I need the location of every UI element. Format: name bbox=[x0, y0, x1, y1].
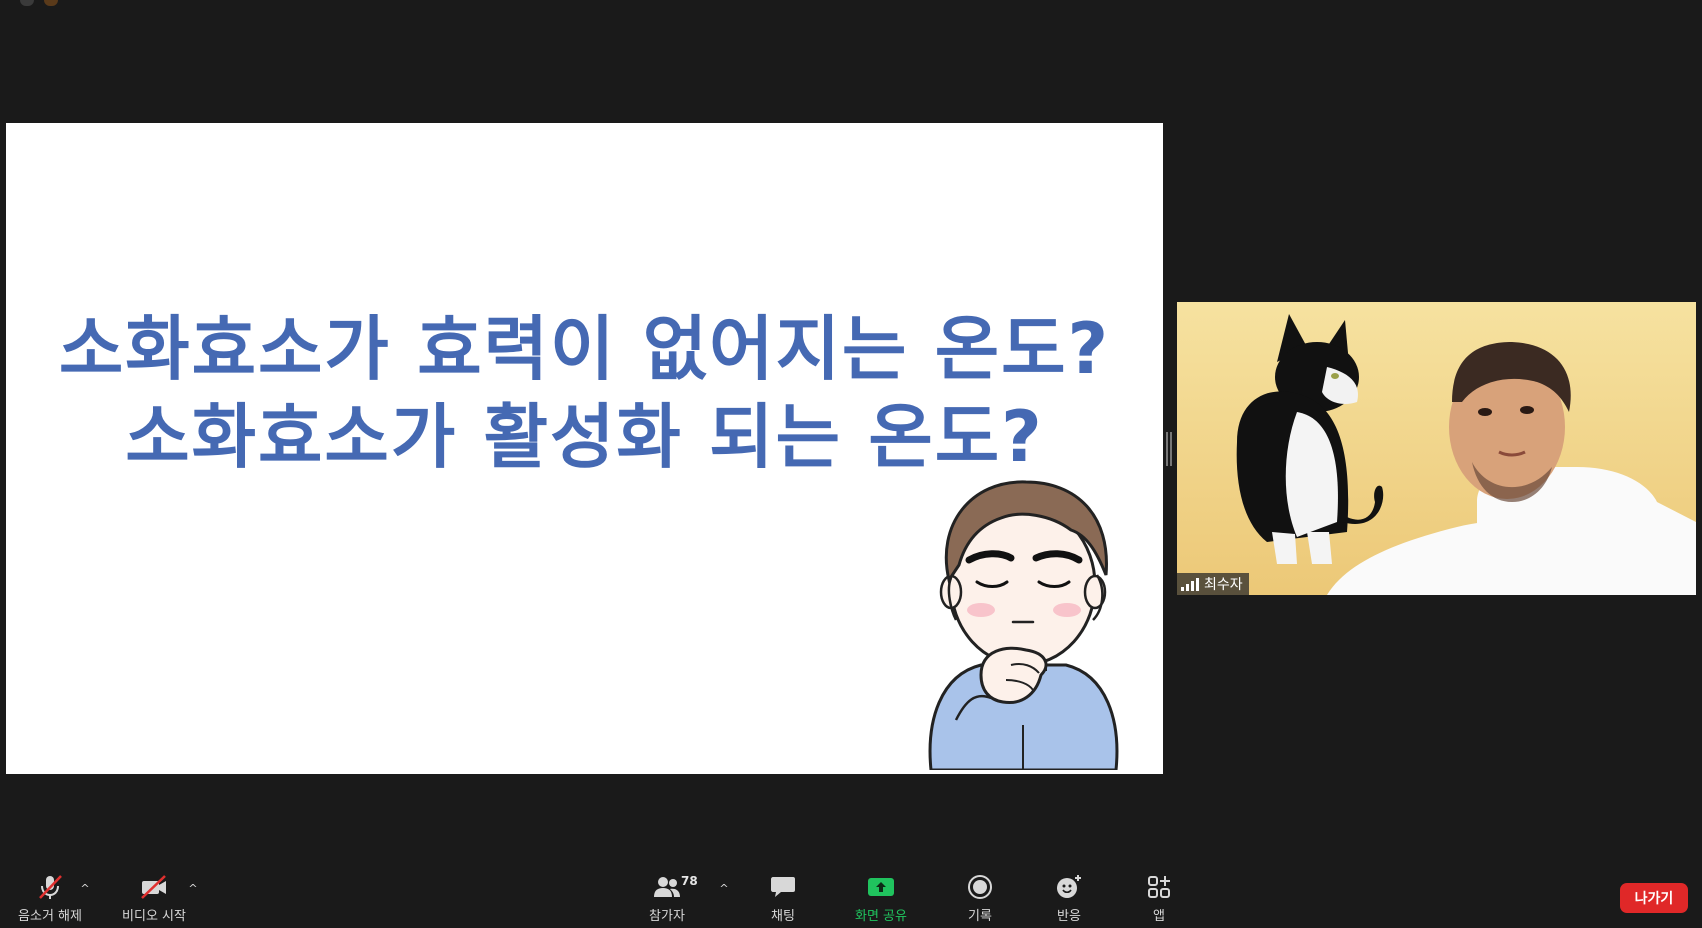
connection-signal-icon bbox=[1181, 577, 1199, 591]
participant-name-tag: 최수자 bbox=[1177, 573, 1249, 595]
meeting-toolbar: 음소거 해제 ^ 비디오 시작 ^ 78 참가자 ^ 채팅 화면 공유 기록 반… bbox=[0, 868, 1702, 928]
apps-label: 앱 bbox=[1153, 909, 1165, 924]
window-chrome-dot bbox=[20, 0, 34, 6]
smiley-plus-icon bbox=[1053, 872, 1085, 902]
share-screen-label: 화면 공유 bbox=[855, 909, 907, 924]
apps-icon bbox=[1143, 872, 1175, 902]
reactions-button[interactable]: 반응 bbox=[1046, 872, 1092, 926]
slide-question-2: 소화효소가 활성화 되는 온도? bbox=[125, 396, 1044, 478]
zoom-meeting-window: 소화효소가 효력이 없어지는 온도? 소화효소가 활성화 되는 온도? 최수자 … bbox=[0, 0, 1702, 928]
record-label: 기록 bbox=[968, 909, 992, 924]
start-video-label: 비디오 시작 bbox=[122, 909, 186, 924]
slide-question-1: 소화효소가 효력이 없어지는 온도? bbox=[58, 308, 1111, 390]
reactions-label: 반응 bbox=[1057, 909, 1081, 924]
chat-bubble-icon bbox=[767, 872, 799, 902]
muted-microphone-icon bbox=[34, 872, 66, 902]
panel-splitter-handle[interactable] bbox=[1166, 432, 1172, 466]
participants-options-chevron-icon[interactable]: ^ bbox=[716, 880, 732, 896]
audio-options-chevron-icon[interactable]: ^ bbox=[77, 880, 93, 896]
video-off-camera-icon bbox=[138, 872, 170, 902]
window-chrome-dot bbox=[44, 0, 58, 6]
participants-label: 참가자 bbox=[649, 909, 685, 924]
apps-button[interactable]: 앱 bbox=[1136, 872, 1182, 926]
participants-button[interactable]: 78 참가자 bbox=[640, 872, 698, 926]
thinking-man-cartoon bbox=[928, 480, 1119, 770]
participants-count: 78 bbox=[681, 874, 698, 888]
chat-label: 채팅 bbox=[771, 909, 795, 924]
record-button[interactable]: 기록 bbox=[957, 872, 1003, 926]
participant-video-tile[interactable]: 최수자 bbox=[1177, 302, 1696, 595]
start-video-button[interactable]: 비디오 시작 bbox=[112, 872, 196, 926]
chat-button[interactable]: 채팅 bbox=[760, 872, 806, 926]
video-options-chevron-icon[interactable]: ^ bbox=[185, 880, 201, 896]
shared-screen-slide: 소화효소가 효력이 없어지는 온도? 소화효소가 활성화 되는 온도? bbox=[6, 123, 1163, 774]
record-icon bbox=[964, 872, 996, 902]
unmute-label: 음소거 해제 bbox=[18, 909, 82, 924]
participant-video-feed bbox=[1177, 302, 1696, 595]
share-screen-button[interactable]: 화면 공유 bbox=[848, 872, 914, 926]
participant-name: 최수자 bbox=[1204, 577, 1243, 593]
leave-meeting-button[interactable]: 나가기 bbox=[1620, 883, 1688, 913]
share-screen-icon bbox=[865, 872, 897, 902]
participants-icon: 78 bbox=[651, 872, 698, 902]
